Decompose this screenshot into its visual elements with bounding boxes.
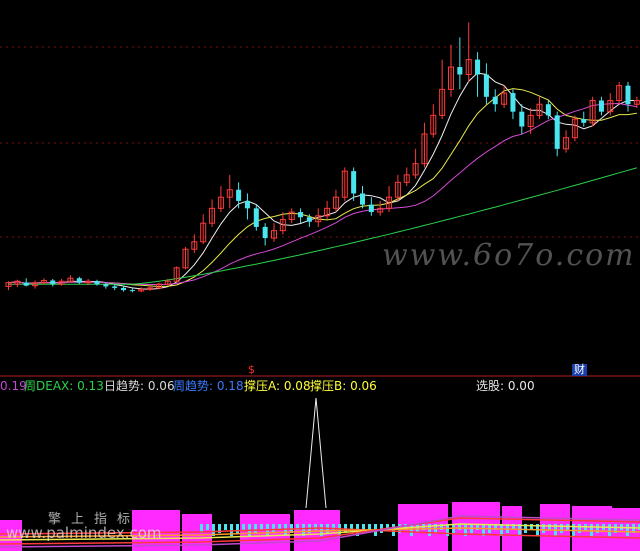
indicator-bar [626,524,629,536]
indicator-bar [242,524,245,530]
candle-body-down [457,67,463,75]
candle-body-down [103,284,109,287]
indicator-bar [284,524,287,536]
candle-body-down [519,111,525,127]
chart-background [0,0,640,551]
finance-marker[interactable]: 财 [572,364,587,376]
indicator-readout-select: 选股: 0.00 [476,379,535,393]
candle-body-down [94,281,100,285]
indicator-bar [368,524,371,530]
indicator-bar [314,524,317,530]
candle-body-down [554,115,560,149]
candle-body-down [510,93,516,112]
candle-body-down [598,100,604,112]
indicator-bar [254,524,257,533]
indicator-bar [560,524,563,533]
indicator-bar [590,524,593,536]
indicator-readout-support-a: 撑压A: 0.08 [244,379,311,393]
candle-body-down [50,280,56,285]
indicator-bar [548,524,551,530]
candle-body-down [262,226,268,239]
indicator-bar [206,524,209,530]
candle-body-down [253,208,259,227]
candle-body-down [492,96,498,105]
candle-body-down [475,59,481,75]
indicator-bar [260,524,263,530]
candle-body-down [351,171,357,194]
indicator-readout-support-b: 撑压B: 0.06 [310,379,377,393]
candle-body-down [112,286,118,288]
candle-body-down [360,193,365,205]
candle-body-down [625,85,631,105]
candle-body-down [298,212,304,218]
indicator-bar [578,524,581,533]
indicator-readout-week-deax: 周DEAX: 0.13 [24,379,104,393]
candle-body-down [581,119,587,123]
candle-body-down [368,204,374,213]
candle-body-down [236,189,242,201]
candle-body-down [76,278,82,283]
indicator-bar [272,524,275,533]
kline-chart[interactable] [0,0,640,551]
indicator-bar [608,524,611,536]
candle-body-down [23,282,29,286]
indicator-bar [458,524,461,530]
site-watermark: www.6o7o.com [382,238,636,273]
site-watermark-2: www.palmindex.com [6,524,162,542]
candle-body-down [306,217,312,222]
indicator-readout-day-trend: 日趋势: 0.06 [104,379,175,393]
indicator-bar [224,524,227,530]
candle-body-down [545,104,551,116]
indicator-bar [236,524,239,533]
candle-body-down [244,200,250,209]
candle-body-down [129,290,135,292]
signal-marker: $ [248,363,255,376]
candle-body-down [483,74,489,97]
indicator-readout-1: 0.19 [0,379,27,393]
candle-body-down [121,287,127,291]
indicator-readout-week-trend: 周趋势: 0.18 [173,379,244,393]
